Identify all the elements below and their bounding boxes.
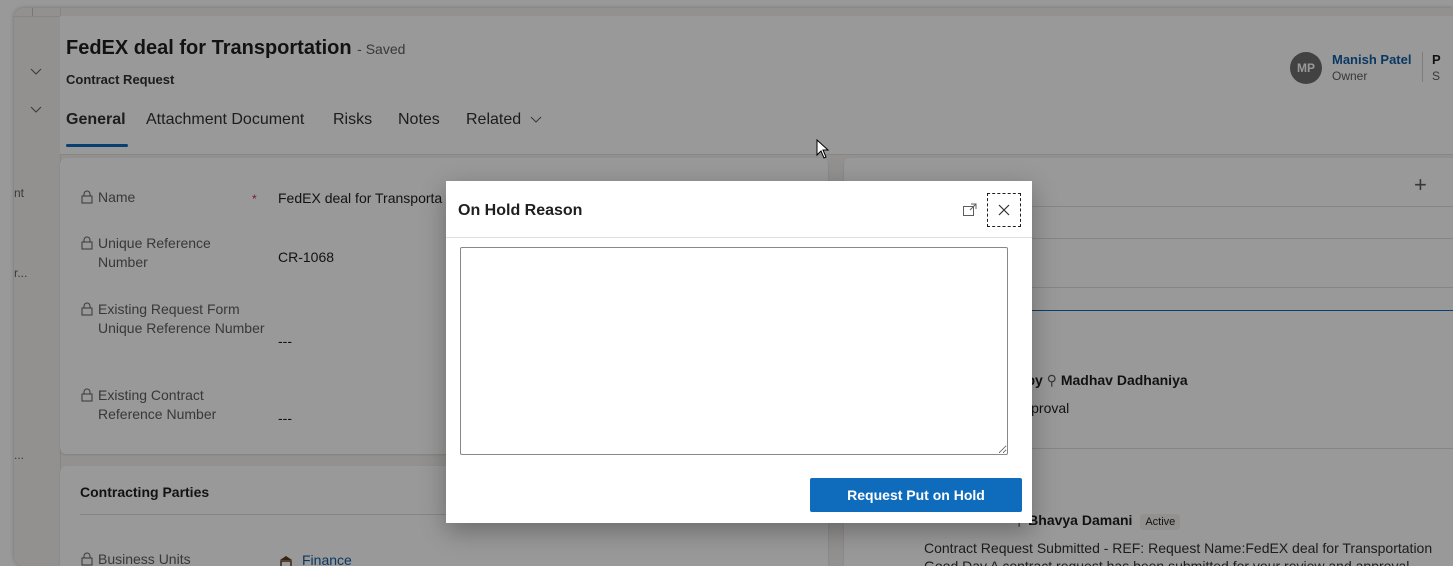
request-put-on-hold-button[interactable]: Request Put on Hold (810, 478, 1022, 512)
close-icon (998, 204, 1010, 216)
close-button[interactable] (987, 193, 1021, 227)
expand-icon[interactable] (962, 202, 978, 218)
mouse-cursor-icon (816, 139, 830, 159)
on-hold-reason-dialog: On Hold Reason Request Put on Hold (446, 181, 1032, 523)
dialog-title: On Hold Reason (458, 202, 583, 219)
on-hold-reason-textarea[interactable] (460, 247, 1008, 455)
dialog-divider (446, 237, 1032, 238)
